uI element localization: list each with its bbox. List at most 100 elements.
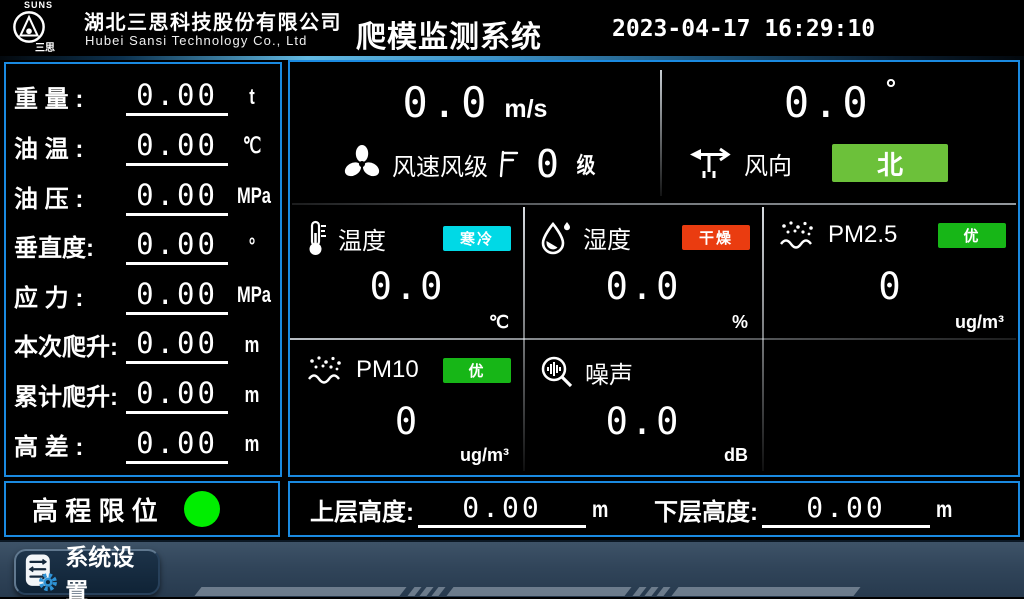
measurement-unit: m (237, 431, 267, 457)
measurement-label: 油 压 : (14, 179, 126, 214)
settings-button-label: 系统设置 (65, 538, 150, 599)
sensor-value: 0 (764, 265, 1018, 308)
measurement-unit: MPa (237, 183, 267, 209)
measurement-label: 高 差 : (14, 427, 126, 462)
wind-vane-icon (688, 145, 732, 181)
elevation-limit-label: 高 程 限 位 (32, 491, 158, 528)
system-settings-button[interactable]: 系统设置 (14, 549, 160, 595)
measurement-value: 0.00 (126, 177, 228, 216)
sensor-label: 温度 (338, 221, 386, 256)
measurement-row-total-climb: 累计爬升: 0.00 m (14, 370, 272, 420)
wind-speed-unit: m/s (504, 95, 547, 124)
sansi-logo-icon (12, 10, 46, 44)
humidity-drop-icon (539, 219, 573, 255)
sensor-label: PM2.5 (828, 221, 897, 249)
divider (660, 70, 662, 196)
measurement-label: 应 力 : (14, 278, 126, 313)
company-logo: SUNS 三思 (12, 0, 78, 54)
noise-meter-icon (539, 354, 575, 390)
noise-card: 噪声 0.0 dB (525, 340, 762, 471)
measurement-label: 重 量 : (14, 79, 126, 114)
wind-direction-unit: ° (886, 78, 896, 98)
lower-height-label: 下层高度: (654, 492, 758, 527)
measurement-row-oil-temp: 油 温 : 0.00 ℃ (14, 122, 272, 172)
wind-direction-readout: 0.0 ° (662, 78, 1018, 127)
pm10-card: PM10 优 0 ug/m³ (292, 340, 523, 471)
upper-height-unit: m (592, 496, 608, 523)
measurement-row-verticality: 垂直度: 0.00 ° (14, 221, 272, 271)
wind-direction-badge: 北 (832, 144, 948, 182)
measurement-value: 0.00 (126, 127, 228, 166)
measurements-panel: 重 量 : 0.00 t 油 温 : 0.00 ℃ 油 压 : 0.00 MPa… (4, 62, 282, 477)
app-header: SUNS 三思 湖北三思科技股份有限公司 Hubei Sansi Technol… (0, 0, 1024, 56)
wind-speed-label: 风速风级 (392, 147, 488, 182)
sensor-value: 0.0 (292, 265, 523, 308)
card-header: 温度 寒冷 (306, 219, 511, 257)
card-header: 噪声 (539, 354, 750, 390)
empty-cell (764, 340, 1018, 471)
measurement-value: 0.00 (126, 276, 228, 315)
company-name-cn: 湖北三思科技股份有限公司 (84, 6, 342, 35)
logo-cn-text: 三思 (12, 44, 78, 54)
wind-level-row: 风速风级 0 级 (342, 142, 597, 186)
measurement-unit: ℃ (237, 133, 267, 159)
sensor-unit: dB (724, 445, 748, 466)
wind-direction-value: 0.0 (784, 78, 872, 127)
card-header: 湿度 干燥 (539, 219, 750, 255)
pm25-card: PM2.5 优 0 ug/m³ (764, 205, 1018, 338)
wind-level-flag-icon (498, 149, 520, 179)
humidity-status-badge: 干燥 (682, 225, 750, 250)
page-title: 爬模监测系统 (356, 12, 542, 56)
sensor-unit: ug/m³ (955, 312, 1004, 333)
measurement-row-weight: 重 量 : 0.00 t (14, 72, 272, 122)
measurement-value: 0.00 (126, 375, 228, 414)
lower-height-value: 0.00 (762, 491, 930, 528)
sensor-value: 0 (292, 400, 523, 443)
card-header: PM10 优 (306, 354, 511, 386)
measurement-unit: m (237, 382, 267, 408)
settings-sliders-gear-icon (24, 551, 57, 593)
measurement-unit: m (237, 332, 267, 358)
wind-speed-value: 0.0 (403, 78, 491, 127)
sensor-label: PM10 (356, 356, 419, 384)
sensor-unit: ℃ (489, 312, 509, 333)
company-name-en: Hubei Sansi Technology Co., Ltd (85, 33, 307, 48)
datetime-display: 2023-04-17 16:29:10 (612, 16, 875, 42)
elevation-limit-status-light (184, 491, 220, 527)
measurement-row-oil-pressure: 油 压 : 0.00 MPa (14, 171, 272, 221)
wind-level-value: 0 (536, 142, 559, 186)
thermometer-icon (306, 219, 328, 257)
layer-heights-panel: 上层高度: 0.00 m 下层高度: 0.00 m (288, 481, 1020, 537)
upper-height-label: 上层高度: (310, 492, 414, 527)
humidity-card: 湿度 干燥 0.0 % (525, 205, 762, 338)
sensor-unit: % (732, 312, 748, 333)
measurement-value: 0.00 (126, 425, 228, 464)
pm25-status-badge: 优 (938, 223, 1006, 248)
measurement-unit: t (237, 84, 267, 110)
upper-height-value: 0.00 (418, 491, 586, 528)
measurement-value: 0.00 (126, 77, 228, 116)
sensor-label: 湿度 (583, 220, 631, 255)
environment-panel: 0.0 m/s 风速风级 0 级 (288, 60, 1020, 477)
logo-suns-text: SUNS (12, 0, 78, 10)
dust-particles-icon (778, 219, 818, 251)
measurement-row-stress: 应 力 : 0.00 MPa (14, 271, 272, 321)
wind-direction-label: 风向 (744, 146, 792, 181)
wind-direction-section: 0.0 ° 风向 北 (662, 62, 1018, 203)
monitoring-dashboard: SUNS 三思 湖北三思科技股份有限公司 Hubei Sansi Technol… (0, 0, 1024, 599)
sensor-value: 0.0 (525, 265, 762, 308)
measurement-label: 累计爬升: (14, 377, 126, 412)
footer-bar: 系统设置 (0, 540, 1024, 597)
fan-icon (342, 144, 382, 184)
measurement-label: 垂直度: (14, 228, 126, 263)
upper-height-group: 上层高度: 0.00 m (310, 491, 654, 528)
measurement-row-height-diff: 高 差 : 0.00 m (14, 419, 272, 469)
measurement-value: 0.00 (126, 325, 228, 364)
footer-decor-stripes (198, 587, 857, 596)
wind-direction-row: 风向 北 (688, 144, 1018, 182)
measurement-label: 本次爬升: (14, 327, 126, 362)
sensor-unit: ug/m³ (460, 445, 509, 466)
temperature-card: 温度 寒冷 0.0 ℃ (292, 205, 523, 338)
sensor-value: 0.0 (525, 400, 762, 443)
lower-height-group: 下层高度: 0.00 m (654, 491, 998, 528)
